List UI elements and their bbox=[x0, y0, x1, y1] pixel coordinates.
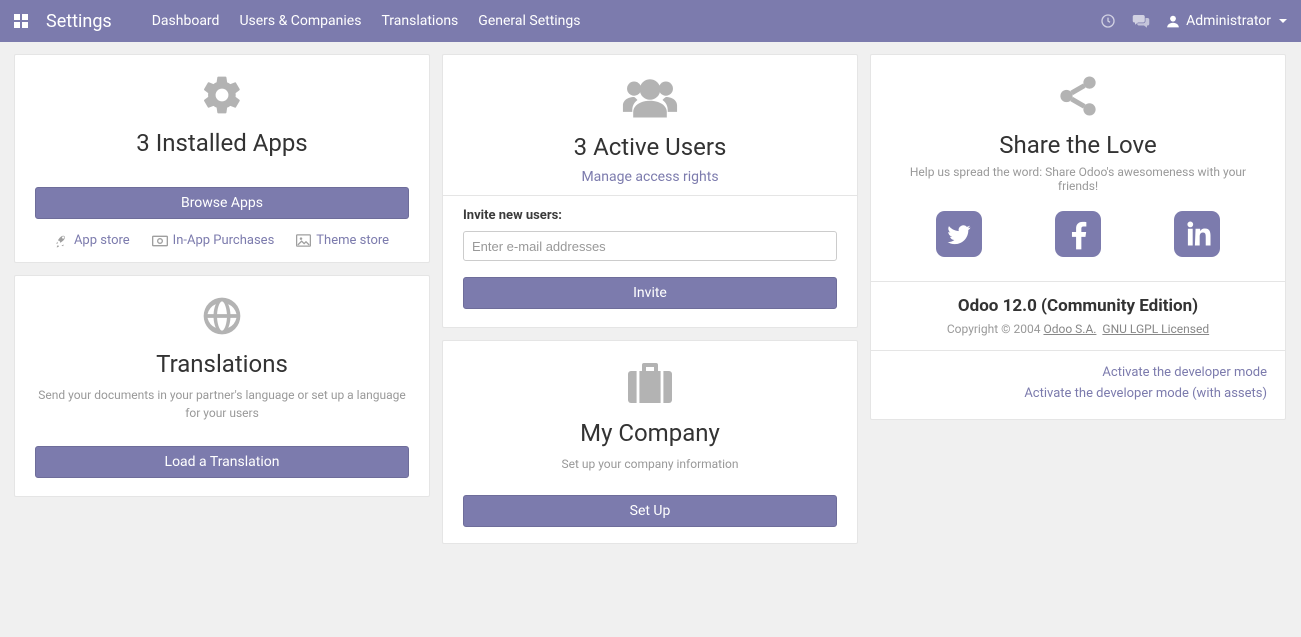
linkedin-button[interactable] bbox=[1174, 211, 1220, 257]
money-icon bbox=[152, 233, 168, 248]
briefcase-icon bbox=[624, 375, 676, 391]
version-block: Odoo 12.0 (Community Edition) Copyright … bbox=[871, 281, 1285, 350]
users-icon bbox=[622, 89, 678, 105]
picture-icon bbox=[296, 233, 311, 248]
activate-dev-mode-link[interactable]: Activate the developer mode bbox=[889, 363, 1267, 384]
company-setup-button[interactable]: Set Up bbox=[463, 495, 837, 527]
manage-access-rights-link[interactable]: Manage access rights bbox=[463, 169, 837, 185]
app-links-row: App store In-App Purchases Theme store bbox=[15, 233, 429, 262]
developer-block: Activate the developer mode Activate the… bbox=[871, 350, 1285, 419]
nav-tab-dashboard[interactable]: Dashboard bbox=[142, 0, 230, 42]
share-card: Share the Love Help us spread the word: … bbox=[870, 54, 1286, 420]
user-name: Administrator bbox=[1186, 13, 1271, 29]
rocket-icon bbox=[55, 233, 69, 248]
invite-label: Invite new users: bbox=[463, 208, 837, 223]
company-subtitle: Set up your company information bbox=[463, 455, 837, 473]
nav-tab-general-settings[interactable]: General Settings bbox=[468, 0, 590, 42]
invite-email-input[interactable] bbox=[463, 231, 837, 261]
app-store-link[interactable]: App store bbox=[55, 233, 130, 248]
nav-tab-users-companies[interactable]: Users & Companies bbox=[229, 0, 371, 42]
activate-dev-mode-assets-link[interactable]: Activate the developer mode (with assets… bbox=[889, 384, 1267, 405]
load-translation-button[interactable]: Load a Translation bbox=[35, 446, 409, 478]
conversations-icon[interactable] bbox=[1132, 13, 1150, 29]
theme-store-label: Theme store bbox=[316, 233, 389, 248]
app-store-label: App store bbox=[74, 233, 130, 248]
translations-subtitle: Send your documents in your partner's la… bbox=[35, 386, 409, 422]
theme-store-link[interactable]: Theme store bbox=[296, 233, 389, 248]
translations-card: Translations Send your documents in your… bbox=[14, 275, 430, 497]
app-title[interactable]: Settings bbox=[46, 11, 112, 32]
share-title: Share the Love bbox=[891, 131, 1265, 159]
license-link[interactable]: GNU LGPL Licensed bbox=[1102, 322, 1209, 336]
user-icon bbox=[1166, 14, 1180, 28]
apps-launcher-icon[interactable] bbox=[14, 14, 28, 28]
globe-icon bbox=[200, 308, 244, 324]
caret-down-icon bbox=[1279, 19, 1287, 23]
user-menu[interactable]: Administrator bbox=[1166, 13, 1287, 29]
iap-link[interactable]: In-App Purchases bbox=[152, 233, 275, 248]
active-users-title: 3 Active Users bbox=[463, 133, 837, 161]
translations-title: Translations bbox=[35, 350, 409, 378]
nav-tabs: Dashboard Users & Companies Translations… bbox=[142, 0, 591, 42]
facebook-button[interactable] bbox=[1055, 211, 1101, 257]
iap-label: In-App Purchases bbox=[173, 233, 275, 248]
share-subtitle: Help us spread the word: Share Odoo's aw… bbox=[891, 165, 1265, 193]
nav-tab-translations[interactable]: Translations bbox=[371, 0, 468, 42]
activities-icon[interactable] bbox=[1100, 13, 1116, 29]
installed-apps-title: 3 Installed Apps bbox=[35, 129, 409, 157]
active-users-card: 3 Active Users Manage access rights Invi… bbox=[442, 54, 858, 328]
odoo-sa-link[interactable]: Odoo S.A. bbox=[1043, 322, 1096, 336]
installed-apps-card: 3 Installed Apps Browse Apps App store I… bbox=[14, 54, 430, 263]
company-title: My Company bbox=[463, 419, 837, 447]
company-card: My Company Set up your company informati… bbox=[442, 340, 858, 544]
invite-button[interactable]: Invite bbox=[463, 277, 837, 309]
browse-apps-button[interactable]: Browse Apps bbox=[35, 187, 409, 219]
copyright-prefix: Copyright © 2004 bbox=[947, 322, 1044, 336]
gear-icon bbox=[200, 87, 244, 103]
twitter-button[interactable] bbox=[936, 211, 982, 257]
top-navbar: Settings Dashboard Users & Companies Tra… bbox=[0, 0, 1301, 42]
version-title: Odoo 12.0 (Community Edition) bbox=[887, 296, 1269, 316]
share-icon bbox=[1055, 88, 1101, 104]
